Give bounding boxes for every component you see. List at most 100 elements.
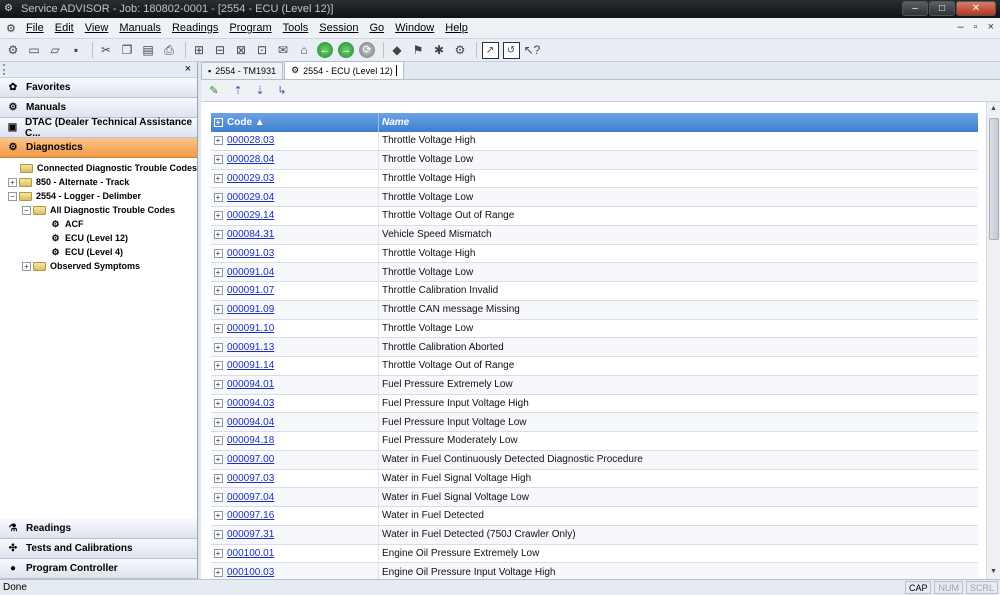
- expand-icon[interactable]: +: [213, 530, 223, 540]
- expand-icon[interactable]: +: [8, 177, 17, 187]
- diamond-icon[interactable]: ◆: [388, 41, 406, 59]
- back-icon[interactable]: ←: [316, 41, 334, 59]
- menu-readings[interactable]: Readings: [172, 22, 218, 34]
- expand-icon[interactable]: +: [213, 155, 223, 165]
- expand-icon[interactable]: +: [213, 305, 223, 315]
- table-row[interactable]: +000094.04 Fuel Pressure Input Voltage Lo…: [211, 413, 978, 432]
- dtc-code-link[interactable]: 000094.18: [227, 435, 274, 446]
- table-row[interactable]: +000091.07 Throttle Calibration Invalid: [211, 282, 978, 301]
- stop-icon[interactable]: ⟳: [358, 41, 376, 59]
- tree-item-ecu-level-12[interactable]: ⚙ ECU (Level 12): [50, 231, 128, 245]
- expand-icon[interactable]: +: [213, 567, 223, 577]
- move-down-icon[interactable]: ⇣: [253, 84, 267, 98]
- flag-icon[interactable]: ⚑: [409, 41, 427, 59]
- new-document-icon[interactable]: ▭: [25, 41, 43, 59]
- scroll-thumb[interactable]: [989, 118, 999, 240]
- menu-edit[interactable]: Edit: [55, 22, 74, 34]
- expand-icon[interactable]: +: [213, 473, 223, 483]
- table-row[interactable]: +000100.01 Engine Oil Pressure Extremely …: [211, 544, 978, 564]
- dtc-code-link[interactable]: 000029.03: [227, 173, 274, 184]
- expand-icon[interactable]: +: [213, 492, 223, 502]
- tree-item-observed-symptoms[interactable]: + Observed Symptoms: [22, 259, 140, 273]
- table-row[interactable]: +000091.13 Throttle Calibration Aborted: [211, 338, 978, 357]
- table-row[interactable]: +000091.10 Throttle Voltage Low: [211, 319, 978, 339]
- dtc-code-link[interactable]: 000097.04: [227, 492, 274, 503]
- dtc-code-link[interactable]: 000097.31: [227, 529, 274, 540]
- table-row[interactable]: +000029.03 Throttle Voltage High: [211, 169, 978, 189]
- indent-icon[interactable]: ↳: [275, 84, 289, 98]
- expand-icon[interactable]: +: [213, 361, 223, 371]
- dtc-code-link[interactable]: 000097.00: [227, 454, 274, 465]
- scroll-up-icon[interactable]: ▲: [987, 102, 1000, 116]
- table-row[interactable]: +000028.03 Throttle Voltage High: [211, 132, 978, 151]
- nav-tests-calibrations[interactable]: ✣ Tests and Calibrations: [0, 539, 197, 559]
- help-cursor-icon[interactable]: ↖?: [523, 41, 541, 59]
- network-4-icon[interactable]: ⊡: [253, 41, 271, 59]
- table-row[interactable]: +000091.09 Throttle CAN message Missing: [211, 300, 978, 320]
- home-icon[interactable]: ⌂: [295, 41, 313, 59]
- menu-view[interactable]: View: [85, 22, 109, 34]
- expand-icon[interactable]: +: [213, 548, 223, 558]
- expand-icon[interactable]: +: [213, 267, 223, 277]
- dtc-code-link[interactable]: 000091.09: [227, 304, 274, 315]
- forward-icon[interactable]: →: [337, 41, 355, 59]
- menu-go[interactable]: Go: [369, 22, 384, 34]
- gear-icon[interactable]: ⚙: [451, 41, 469, 59]
- refresh-icon[interactable]: ↺: [502, 41, 520, 59]
- expand-icon[interactable]: +: [213, 230, 223, 240]
- table-row[interactable]: +000094.18 Fuel Pressure Moderately Low: [211, 432, 978, 451]
- tree-item-all-dtcs[interactable]: − All Diagnostic Trouble Codes: [22, 203, 175, 217]
- expand-icon[interactable]: +: [213, 248, 223, 258]
- mdi-close-button[interactable]: ×: [988, 21, 994, 33]
- expand-icon[interactable]: +: [22, 261, 31, 271]
- cut-icon[interactable]: ✂: [97, 41, 115, 59]
- nav-favorites[interactable]: ✿ Favorites: [0, 78, 197, 98]
- menu-tools[interactable]: Tools: [283, 22, 309, 34]
- menu-program[interactable]: Program: [229, 22, 271, 34]
- dtc-code-link[interactable]: 000097.16: [227, 510, 274, 521]
- maximize-button[interactable]: □: [929, 1, 955, 16]
- edit-icon[interactable]: ✎: [207, 84, 221, 98]
- expand-icon[interactable]: ↗: [481, 41, 499, 59]
- tree-item-acf[interactable]: ⚙ ACF: [50, 217, 83, 231]
- dtc-code-link[interactable]: 000094.03: [227, 398, 274, 409]
- column-header-code[interactable]: Code ▲: [225, 113, 379, 132]
- menu-file[interactable]: File: [26, 22, 44, 34]
- table-row[interactable]: +000097.03 Water in Fuel Signal Voltage H…: [211, 469, 978, 489]
- column-header-name[interactable]: Name: [379, 113, 978, 132]
- drag-handle[interactable]: [3, 64, 5, 75]
- table-row[interactable]: +000097.16 Water in Fuel Detected: [211, 507, 978, 526]
- table-row[interactable]: +000029.14 Throttle Voltage Out of Range: [211, 207, 978, 226]
- expand-icon[interactable]: +: [213, 136, 223, 146]
- move-up-icon[interactable]: ⇡: [231, 84, 245, 98]
- dtc-code-link[interactable]: 000091.14: [227, 360, 274, 371]
- network-2-icon[interactable]: ⊟: [211, 41, 229, 59]
- dtc-code-link[interactable]: 000094.01: [227, 379, 274, 390]
- connect-icon[interactable]: ⚙: [4, 41, 22, 59]
- dtc-code-link[interactable]: 000091.03: [227, 248, 274, 259]
- copy-icon[interactable]: ❐: [118, 41, 136, 59]
- table-row[interactable]: +000091.14 Throttle Voltage Out of Range: [211, 357, 978, 376]
- expand-icon[interactable]: +: [213, 342, 223, 352]
- menu-window[interactable]: Window: [395, 22, 434, 34]
- close-button[interactable]: ✕: [956, 1, 996, 16]
- tree-item-ecu-level-4[interactable]: ⚙ ECU (Level 4): [50, 245, 123, 259]
- document-icon[interactable]: ⚙: [6, 22, 20, 35]
- vertical-scrollbar[interactable]: ▲ ▼: [986, 102, 1000, 579]
- expand-icon[interactable]: +: [213, 455, 223, 465]
- collapse-icon[interactable]: −: [8, 191, 17, 201]
- dtc-code-link[interactable]: 000091.04: [227, 267, 274, 278]
- mdi-minimize-button[interactable]: –: [958, 21, 964, 33]
- nav-manuals[interactable]: ⚙ Manuals: [0, 98, 197, 118]
- nav-program-controller[interactable]: ● Program Controller: [0, 559, 197, 579]
- mdi-restore-button[interactable]: ▫: [974, 21, 978, 33]
- table-row[interactable]: +000028.04 Throttle Voltage Low: [211, 150, 978, 170]
- dtc-code-link[interactable]: 000100.01: [227, 548, 274, 559]
- table-row[interactable]: +000029.04 Throttle Voltage Low: [211, 188, 978, 207]
- minimize-button[interactable]: –: [902, 1, 928, 16]
- tab-tm1931[interactable]: ▪ 2554 - TM1931: [201, 62, 284, 79]
- table-row[interactable]: +000094.01 Fuel Pressure Extremely Low: [211, 375, 978, 395]
- nav-diagnostics[interactable]: ⚙ Diagnostics: [0, 138, 197, 158]
- dtc-code-link[interactable]: 000100.03: [227, 567, 274, 578]
- menu-session[interactable]: Session: [319, 22, 358, 34]
